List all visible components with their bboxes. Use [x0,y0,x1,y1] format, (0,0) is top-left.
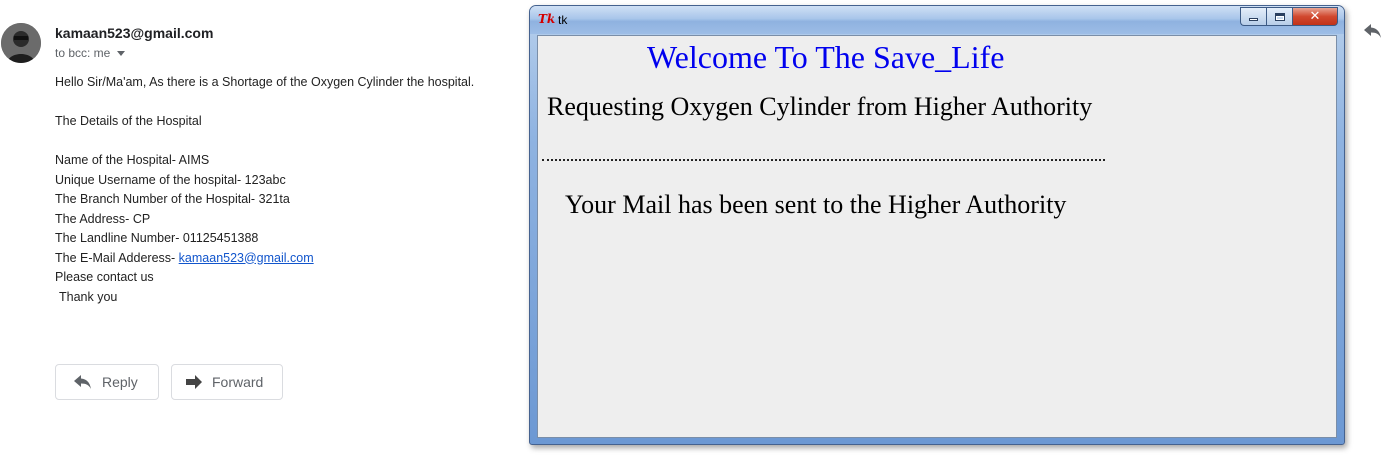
window-client-area: Welcome To The Save_Life Requesting Oxyg… [537,35,1337,438]
tk-logo-icon: Tk [538,12,556,26]
sender-email[interactable]: kamaan523@gmail.com [55,25,213,41]
forward-button[interactable]: Forward [171,364,283,400]
recipients-text: to bcc: me [55,46,111,60]
window-title: tk [558,13,568,27]
minimize-button[interactable] [1240,7,1266,26]
body-line: Hello Sir/Ma'am, As there is a Shortage … [55,75,475,89]
window-controls: ✕ [1240,7,1338,26]
recipients-line[interactable]: to bcc: me [55,46,126,60]
body-line: The Address- CP [55,211,151,226]
body-line: Thank you [59,289,118,304]
body-line: The Details of the Hospital [55,114,202,128]
forward-label: Forward [212,374,264,390]
minimize-icon [1249,18,1258,21]
body-line: Please contact us [55,270,154,284]
forward-icon [186,375,202,389]
email-label: The E-Mail Adderess- [55,250,179,265]
reply-label: Reply [102,374,138,390]
requesting-label: Requesting Oxygen Cylinder from Higher A… [547,92,1093,121]
reply-icon[interactable] [1364,24,1384,44]
welcome-heading: Welcome To The Save_Life [647,39,1005,75]
close-icon: ✕ [1309,9,1321,24]
email-pane: kamaan523@gmail.com to bcc: me Hello Sir… [0,0,520,457]
close-button[interactable]: ✕ [1292,7,1338,26]
body-line: Name of the Hospital- AIMS [55,153,210,167]
email-link[interactable]: kamaan523@gmail.com [179,251,314,265]
email-body: Hello Sir/Ma'am, As there is a Shortage … [55,73,474,307]
maximize-button[interactable] [1266,7,1292,26]
body-line: The E-Mail Adderess- kamaan523@gmail.com [55,249,474,269]
reply-button[interactable]: Reply [55,364,159,400]
tk-window: Tk tk ✕ Welcome To The Save_Life Request… [529,5,1345,445]
body-line: Unique Username of the hospital- 123abc [55,172,286,187]
window-titlebar[interactable]: Tk tk ✕ [530,6,1344,34]
maximize-icon [1274,12,1285,21]
sender-avatar[interactable] [1,23,41,63]
reply-icon [74,375,91,389]
dotted-separator [542,159,1105,161]
status-message: Your Mail has been sent to the Higher Au… [565,190,1067,219]
body-line: The Landline Number- 01125451388 [55,231,259,245]
chevron-down-icon[interactable] [117,51,126,56]
body-line: The Branch Number of the Hospital- 321ta [55,192,290,206]
